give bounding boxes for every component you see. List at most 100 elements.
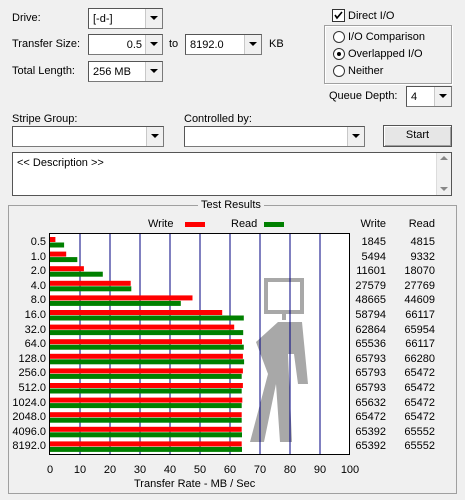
neither-label[interactable]: Neither [348, 64, 383, 78]
transfer-size-row-label: 8192.0 [12, 440, 46, 453]
read-value: 66117 [405, 309, 435, 321]
write-bar [50, 441, 242, 447]
chevron-down-icon[interactable] [244, 35, 261, 54]
controlled-by-select[interactable] [184, 126, 365, 147]
bar-chart [50, 234, 321, 454]
write-bar [50, 426, 242, 432]
x-tick-label: 10 [73, 464, 87, 476]
write-bar [50, 353, 243, 359]
write-bar [50, 251, 67, 257]
chevron-down-icon[interactable] [347, 127, 364, 146]
chevron-down-icon[interactable] [145, 62, 162, 81]
x-tick-label: 90 [313, 464, 327, 476]
read-value: 27769 [404, 279, 435, 292]
read-value: 66117 [405, 338, 435, 351]
write-bar [50, 368, 243, 374]
transfer-size-row-label: 256.0 [18, 367, 46, 380]
transfer-size-row-label: 2048.0 [12, 411, 46, 424]
read-bar [50, 315, 244, 321]
watermark-figure-icon [250, 278, 308, 442]
direct-io-label[interactable]: Direct I/O [348, 9, 394, 23]
write-bar [50, 339, 242, 345]
transfer-size-row-label: 4096.0 [12, 425, 46, 438]
transfer-size-row-label: 2.0 [30, 265, 46, 278]
start-button[interactable]: Start [383, 125, 452, 147]
read-value: 65472 [404, 382, 435, 394]
write-value: 11601 [356, 265, 386, 278]
io-comparison-radio[interactable] [333, 31, 345, 43]
io-comparison-label[interactable]: I/O Comparison [348, 30, 425, 44]
queue-depth-select[interactable]: 4 [406, 86, 452, 107]
queue-depth-label: Queue Depth: [329, 90, 398, 102]
read-value: 65472 [404, 367, 435, 380]
overlapped-io-label[interactable]: Overlapped I/O [348, 47, 423, 61]
kb-label: KB [269, 38, 284, 50]
scroll-up-icon[interactable] [440, 156, 448, 161]
transfer-size-row-label: 128.0 [18, 352, 46, 365]
total-length-select[interactable]: 256 MB [88, 61, 163, 82]
read-value: 65472 [404, 411, 435, 424]
write-bar [50, 324, 235, 330]
write-value: 65392 [355, 440, 386, 453]
write-bar [50, 310, 223, 315]
description-text: << Description >> [17, 157, 104, 169]
read-value: 18070 [404, 265, 435, 278]
transfer-size-row-label: 32.0 [24, 323, 46, 336]
read-bar [50, 257, 78, 263]
transfer-size-row-label: 64.0 [24, 338, 46, 351]
legend-read-swatch [264, 222, 284, 227]
chevron-down-icon[interactable] [145, 9, 162, 28]
legend-write-label: Write [148, 218, 174, 230]
read-bar [50, 330, 244, 336]
read-bar [50, 388, 242, 394]
write-value: 27579 [355, 279, 386, 292]
read-bar [50, 432, 242, 438]
read-bar [50, 344, 244, 350]
write-value: 65793 [355, 382, 386, 394]
drive-select[interactable]: [-d-] [88, 8, 163, 29]
write-bar [50, 383, 243, 388]
description-scrollbar[interactable] [436, 153, 451, 195]
transfer-size-label: Transfer Size: [12, 38, 81, 50]
write-bar [50, 280, 131, 286]
x-tick-label: 50 [193, 464, 207, 476]
write-column-header: Write [360, 218, 386, 230]
read-value: 66280 [404, 352, 435, 365]
total-length-label: Total Length: [12, 65, 75, 77]
transfer-size-max-select[interactable]: 8192.0 [185, 34, 262, 55]
write-value: 65472 [355, 411, 386, 424]
chart-plot-area [49, 233, 350, 455]
direct-io-checkbox[interactable] [332, 9, 345, 22]
read-value: 65552 [404, 440, 435, 453]
scroll-down-icon[interactable] [440, 187, 448, 192]
read-value: 4815 [410, 236, 435, 248]
description-textarea[interactable]: << Description >> [12, 152, 452, 196]
transfer-size-row-label: 0.5 [30, 236, 46, 248]
to-label: to [169, 38, 179, 50]
read-value: 65954 [404, 323, 435, 336]
x-tick-label: 60 [223, 464, 237, 476]
x-tick-label: 100 [340, 464, 360, 476]
chevron-down-icon[interactable] [434, 87, 451, 106]
chevron-down-icon[interactable] [146, 127, 163, 146]
drive-value: [-d-] [93, 13, 113, 25]
chevron-down-icon[interactable] [145, 35, 162, 54]
total-length-value: 256 MB [93, 66, 131, 78]
write-bar [50, 397, 243, 403]
stripe-group-select[interactable] [12, 126, 164, 147]
read-value: 9332 [410, 250, 435, 263]
transfer-size-row-label: 1.0 [30, 250, 46, 263]
write-value: 62864 [355, 323, 386, 336]
x-tick-label: 80 [283, 464, 297, 476]
transfer-size-row-label: 8.0 [30, 294, 46, 307]
test-results-title: Test Results [198, 199, 264, 212]
x-axis-title: Transfer Rate - MB / Sec [134, 478, 256, 490]
overlapped-io-radio[interactable] [333, 48, 345, 60]
transfer-size-min-select[interactable]: 0.5 [88, 34, 163, 55]
drive-label: Drive: [12, 12, 41, 24]
write-bar [50, 266, 84, 272]
transfer-size-row-label: 1024.0 [12, 396, 46, 409]
write-value: 65536 [355, 338, 386, 351]
stripe-group-label: Stripe Group: [12, 113, 78, 125]
neither-radio[interactable] [333, 65, 345, 77]
